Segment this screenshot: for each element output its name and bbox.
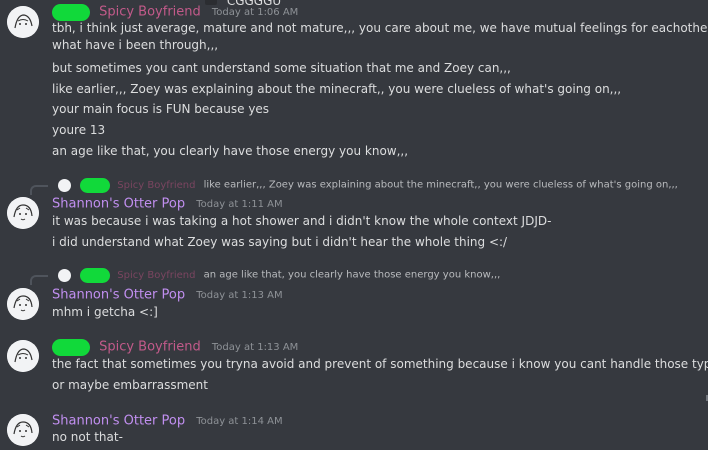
message-line: or maybe embarrassment [52, 378, 208, 392]
reply-preview: an age like that, you clearly have those… [203, 269, 501, 281]
avatar-sketch-icon [7, 340, 39, 372]
message-line: tbh, i think just average, mature and no… [52, 21, 708, 35]
message-header: Spicy Boyfriend Today at 1:13 AM [52, 338, 298, 356]
avatar[interactable] [7, 197, 39, 229]
timestamp[interactable]: Today at 1:11 AM [196, 199, 282, 210]
chat-log: CGGGGU Spicy Boyfriend Today at 1:06 AM … [0, 0, 708, 450]
timestamp[interactable]: Today at 1:13 AM [196, 290, 282, 301]
message-line: like earlier,,, Zoey was explaining abou… [52, 82, 622, 96]
message-line: mhm i getcha <:] [52, 305, 158, 319]
message-header: Spicy Boyfriend Today at 1:06 AM [52, 3, 298, 21]
message-line: no not that- [52, 430, 123, 444]
avatar-sketch-icon [7, 288, 39, 320]
reply-reference[interactable]: Spicy Boyfriend like earlier,,, Zoey was… [30, 177, 678, 195]
timestamp[interactable]: Today at 1:06 AM [212, 7, 298, 18]
reply-avatar [58, 269, 72, 282]
redaction-blob [52, 339, 90, 356]
message-line: it was because i was taking a hot shower… [52, 214, 552, 228]
avatar[interactable] [7, 288, 39, 320]
message-line: your main focus is FUN because yes [52, 102, 270, 116]
reply-reference[interactable]: Spicy Boyfriend an age like that, you cl… [30, 267, 501, 285]
avatar-sketch-icon [7, 414, 39, 446]
username[interactable]: Spicy Boyfriend [99, 5, 201, 20]
message-line: what have i been through,,, [52, 38, 219, 52]
reply-preview: like earlier,,, Zoey was explaining abou… [203, 179, 678, 191]
message-line: i did understand what Zoey was saying bu… [52, 235, 508, 249]
redaction-blob [80, 268, 111, 283]
username[interactable]: Shannon's Otter Pop [52, 414, 185, 429]
redaction-blob [80, 178, 111, 193]
message-line: youre 13 [52, 123, 106, 137]
redaction-blob [52, 4, 90, 21]
username[interactable]: Spicy Boyfriend [99, 340, 201, 355]
reply-author: Spicy Boyfriend [117, 179, 196, 191]
message-header: Shannon's Otter Pop Today at 1:14 AM [52, 412, 283, 430]
avatar-sketch-icon [7, 197, 39, 229]
reply-avatar [58, 179, 72, 192]
timestamp[interactable]: Today at 1:14 AM [196, 416, 282, 427]
message-line: an age like that, you clearly have those… [52, 144, 409, 158]
message-line: but sometimes you cant understand some s… [52, 61, 511, 75]
reply-author: Spicy Boyfriend [117, 269, 196, 281]
reply-spine [30, 184, 48, 195]
avatar-sketch-icon [7, 6, 39, 38]
username[interactable]: Shannon's Otter Pop [52, 288, 185, 303]
avatar[interactable] [7, 414, 39, 446]
message-header: Shannon's Otter Pop Today at 1:13 AM [52, 286, 283, 304]
reply-spine [30, 274, 48, 285]
avatar[interactable] [7, 340, 39, 372]
avatar[interactable] [7, 6, 39, 38]
message-line: the fact that sometimes you tryna avoid … [52, 357, 708, 371]
message-header: Shannon's Otter Pop Today at 1:11 AM [52, 195, 283, 213]
timestamp[interactable]: Today at 1:13 AM [212, 342, 298, 353]
username[interactable]: Shannon's Otter Pop [52, 197, 185, 212]
